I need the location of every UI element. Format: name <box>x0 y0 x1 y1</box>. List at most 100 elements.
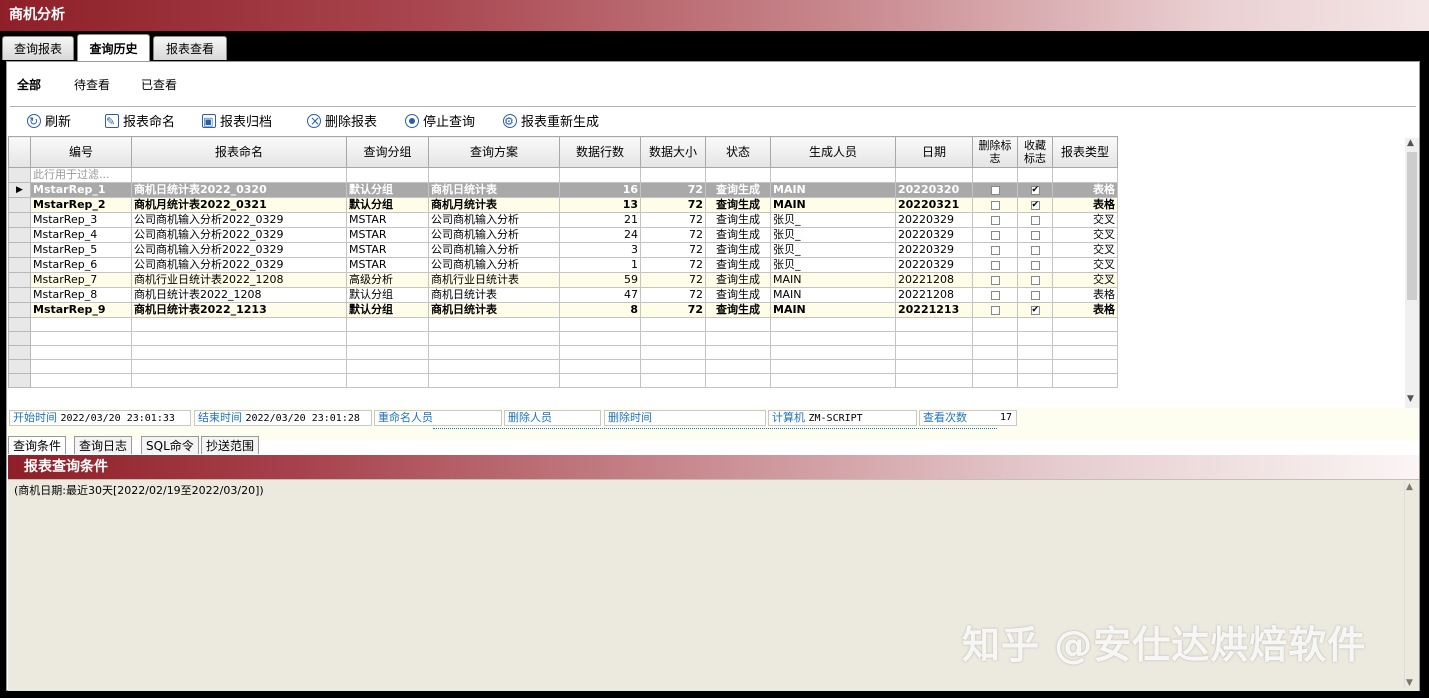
cell-name[interactable]: 商机月统计表2022_0321 <box>131 197 347 213</box>
cell-id[interactable]: MstarRep_2 <box>30 197 132 213</box>
cell-name[interactable]: 商机日统计表2022_1208 <box>131 287 347 303</box>
cell-size[interactable]: 72 <box>640 287 706 303</box>
deleted-checkbox[interactable] <box>990 215 1000 225</box>
cell-type[interactable]: 交叉 <box>1052 227 1118 243</box>
favorite-checkbox[interactable] <box>1030 215 1040 225</box>
cell-type[interactable]: 表格 <box>1052 197 1118 213</box>
filter-pending[interactable]: 待查看 <box>74 76 110 93</box>
rename-report-button[interactable]: 报表命名 <box>105 111 175 134</box>
cell-id[interactable]: MstarRep_3 <box>30 212 132 228</box>
subtab-conditions[interactable]: 查询条件 <box>8 436 67 454</box>
table-row[interactable]: MstarRep_4 公司商机输入分析2022_0329 MSTAR 公司商机输入分析… <box>8 227 1118 243</box>
cell-group[interactable]: MSTAR <box>346 212 429 228</box>
filter-cell[interactable] <box>131 167 347 183</box>
cell-status[interactable]: 查询生成 <box>705 272 771 288</box>
cell-type[interactable]: 表格 <box>1052 182 1118 198</box>
filter-cell[interactable] <box>428 167 560 183</box>
favorite-checkbox[interactable] <box>1030 184 1040 197</box>
filter-cell[interactable] <box>640 167 706 183</box>
cell-size[interactable]: 72 <box>640 182 706 198</box>
cell-user[interactable]: 张贝_ <box>770 212 896 228</box>
favorite-checkbox[interactable] <box>1030 230 1040 240</box>
cell-favorite[interactable] <box>1017 272 1053 288</box>
cell-status[interactable]: 查询生成 <box>705 287 771 303</box>
cell-id[interactable]: MstarRep_6 <box>30 257 132 273</box>
filter-cell[interactable] <box>895 167 973 183</box>
cell-deleted[interactable] <box>972 212 1018 228</box>
cell-group[interactable]: 高级分析 <box>346 272 429 288</box>
cell-status[interactable]: 查询生成 <box>705 182 771 198</box>
cell-favorite[interactable] <box>1017 227 1053 243</box>
cell-status[interactable]: 查询生成 <box>705 212 771 228</box>
col-header-plan[interactable]: 查询方案 <box>428 136 560 168</box>
cell-plan[interactable]: 公司商机输入分析 <box>428 212 560 228</box>
col-header-status[interactable]: 状态 <box>705 136 771 168</box>
cell-deleted[interactable] <box>972 257 1018 273</box>
tab-query-report[interactable]: 查询报表 <box>2 36 74 60</box>
cell-type[interactable]: 表格 <box>1052 302 1118 318</box>
cell-deleted[interactable] <box>972 197 1018 213</box>
cell-group[interactable]: 默认分组 <box>346 287 429 303</box>
cell-id[interactable]: MstarRep_8 <box>30 287 132 303</box>
cell-size[interactable]: 72 <box>640 197 706 213</box>
cell-group[interactable]: 默认分组 <box>346 182 429 198</box>
favorite-checkbox[interactable] <box>1030 245 1040 255</box>
cell-type[interactable]: 交叉 <box>1052 272 1118 288</box>
table-row[interactable]: MstarRep_5 公司商机输入分析2022_0329 MSTAR 公司商机输入分析… <box>8 242 1118 258</box>
col-header-name[interactable]: 报表命名 <box>131 136 347 168</box>
cell-type[interactable]: 交叉 <box>1052 212 1118 228</box>
cell-plan[interactable]: 公司商机输入分析 <box>428 242 560 258</box>
cell-name[interactable]: 公司商机输入分析2022_0329 <box>131 227 347 243</box>
table-row[interactable]: MstarRep_9 商机日统计表2022_1213 默认分组 商机日统计表 8 72 查询… <box>8 302 1118 318</box>
cell-row-count[interactable]: 21 <box>559 212 641 228</box>
filter-cell[interactable] <box>972 167 1018 183</box>
scroll-down-icon[interactable]: ▼ <box>1407 394 1414 404</box>
cell-user[interactable]: MAIN <box>770 287 896 303</box>
cell-row-count[interactable]: 3 <box>559 242 641 258</box>
cell-favorite[interactable] <box>1017 257 1053 273</box>
scroll-up-icon[interactable]: ▲ <box>1406 482 1413 492</box>
cell-name[interactable]: 公司商机输入分析2022_0329 <box>131 242 347 258</box>
favorite-checkbox[interactable] <box>1030 199 1040 212</box>
cell-date[interactable]: 20221213 <box>895 302 973 318</box>
scroll-down-icon[interactable]: ▼ <box>1406 678 1413 688</box>
cell-id[interactable]: MstarRep_9 <box>30 302 132 318</box>
cell-size[interactable]: 72 <box>640 302 706 318</box>
deleted-checkbox[interactable] <box>990 290 1000 300</box>
conditions-scrollbar[interactable]: ▲ ▼ <box>1404 482 1417 688</box>
tab-query-history[interactable]: 查询历史 <box>77 34 150 61</box>
grid-vertical-scrollbar[interactable]: ▲ ▼ <box>1405 138 1419 408</box>
cell-date[interactable]: 20221208 <box>895 272 973 288</box>
filter-cell[interactable] <box>1052 167 1118 183</box>
favorite-checkbox[interactable] <box>1030 260 1040 270</box>
cell-date[interactable]: 20220329 <box>895 242 973 258</box>
delete-report-button[interactable]: 删除报表 <box>307 110 377 134</box>
cell-row-count[interactable]: 47 <box>559 287 641 303</box>
cell-date[interactable]: 20220329 <box>895 257 973 273</box>
filter-cell[interactable] <box>559 167 641 183</box>
cell-name[interactable]: 公司商机输入分析2022_0329 <box>131 257 347 273</box>
cell-row-count[interactable]: 24 <box>559 227 641 243</box>
filter-cell[interactable] <box>346 167 429 183</box>
cell-status[interactable]: 查询生成 <box>705 302 771 318</box>
cell-type[interactable]: 交叉 <box>1052 242 1118 258</box>
table-row[interactable]: MstarRep_6 公司商机输入分析2022_0329 MSTAR 公司商机输入分析… <box>8 257 1118 273</box>
cell-plan[interactable]: 公司商机输入分析 <box>428 227 560 243</box>
cell-deleted[interactable] <box>972 302 1018 318</box>
filter-cell[interactable] <box>1017 167 1053 183</box>
col-header-user[interactable]: 生成人员 <box>770 136 896 168</box>
cell-plan[interactable]: 公司商机输入分析 <box>428 257 560 273</box>
col-header-group[interactable]: 查询分组 <box>346 136 429 168</box>
table-row[interactable]: MstarRep_8 商机日统计表2022_1208 默认分组 商机日统计表 47 72 查… <box>8 287 1118 303</box>
favorite-checkbox[interactable] <box>1030 304 1040 317</box>
tab-report-view[interactable]: 报表查看 <box>153 36 227 60</box>
deleted-checkbox[interactable] <box>990 185 1000 195</box>
cell-user[interactable]: MAIN <box>770 302 896 318</box>
table-row[interactable]: MstarRep_2 商机月统计表2022_0321 默认分组 商机月统计表 13 72 查… <box>8 197 1118 213</box>
cell-size[interactable]: 72 <box>640 272 706 288</box>
col-header-date[interactable]: 日期 <box>895 136 973 168</box>
deleted-checkbox[interactable] <box>990 200 1000 210</box>
cell-plan[interactable]: 商机日统计表 <box>428 302 560 318</box>
cell-name[interactable]: 商机日统计表2022_0320 <box>131 182 347 198</box>
favorite-checkbox[interactable] <box>1030 290 1040 300</box>
